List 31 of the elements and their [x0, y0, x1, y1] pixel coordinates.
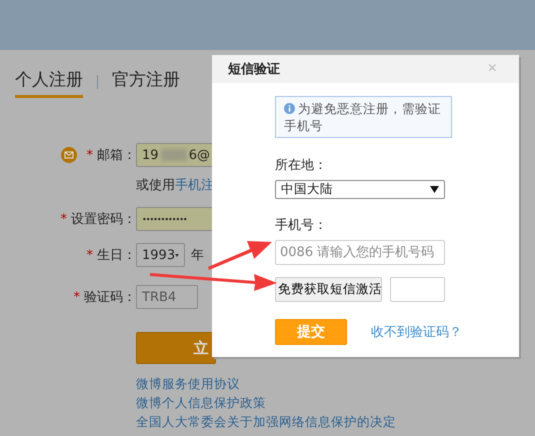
submit-button[interactable]: 提交: [275, 319, 347, 345]
field-label: 生日：: [97, 247, 136, 264]
region-label: 所在地：: [275, 157, 328, 174]
required-mark: *: [86, 148, 93, 162]
field-label: 邮箱：: [97, 147, 136, 164]
registration-tab[interactable]: 官方注册: [112, 66, 180, 98]
dropdown-arrow-icon: [175, 252, 179, 258]
annotation-arrow: [208, 241, 272, 270]
info-icon: [284, 103, 295, 114]
dialog-title: 短信验证: [228, 61, 280, 78]
help-link[interactable]: 收不到验证码？: [371, 323, 462, 341]
phone-label: 手机号：: [275, 217, 328, 234]
code-field[interactable]: [390, 277, 445, 302]
registration-tab[interactable]: 个人注册: [15, 66, 83, 98]
year-select[interactable]: 1993: [136, 243, 185, 267]
field-label: 设置密码：: [71, 211, 136, 228]
region-select[interactable]: 中国大陆: [275, 180, 445, 199]
dropdown-arrow-icon: [430, 186, 439, 193]
phone-field[interactable]: 0086 请输入您的手机号码: [275, 240, 445, 265]
agreement-link[interactable]: 全国人大常委会关于加强网络信息保护的决定: [136, 414, 535, 431]
agreement-link[interactable]: 微博服务使用协议: [136, 376, 535, 393]
mail-icon: [60, 147, 76, 163]
agreement-link[interactable]: 微博个人信息保护政策: [136, 395, 535, 412]
field-label: 验证码：: [84, 289, 136, 306]
required-mark: *: [74, 290, 80, 304]
required-mark: *: [86, 248, 93, 262]
register-button[interactable]: 立: [136, 332, 216, 364]
year-unit: 年: [191, 247, 204, 264]
notice-text: 为避免恶意注册，需验证手机号: [275, 96, 452, 138]
required-mark: *: [60, 212, 67, 226]
captcha-field[interactable]: TRB4: [136, 285, 198, 309]
